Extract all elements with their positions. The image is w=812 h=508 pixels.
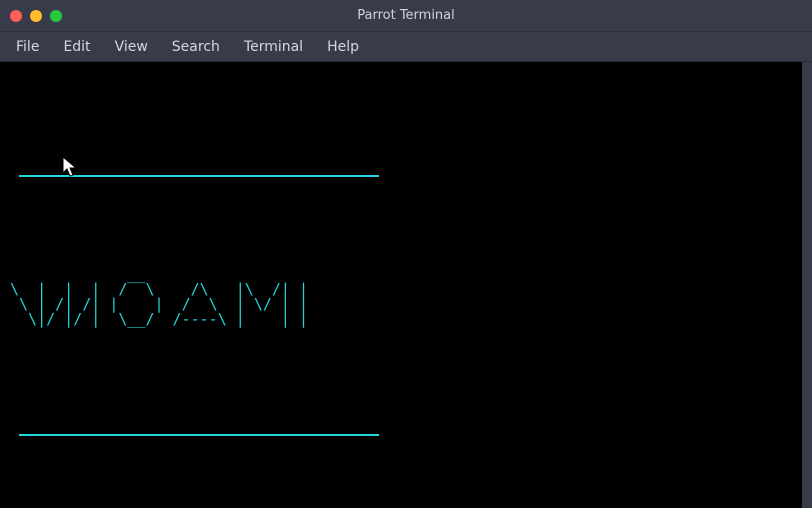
terminal-output[interactable]: \ | | | /‾‾\ /\ |\ /| | \ | /| /| | | / … bbox=[0, 62, 802, 508]
menu-help[interactable]: Help bbox=[317, 36, 369, 58]
titlebar: Parrot Terminal bbox=[0, 0, 812, 32]
menu-edit[interactable]: Edit bbox=[53, 36, 100, 58]
menubar: File Edit View Search Terminal Help bbox=[0, 32, 812, 62]
scrollbar[interactable] bbox=[802, 62, 812, 508]
menu-view[interactable]: View bbox=[105, 36, 158, 58]
window-controls bbox=[0, 10, 62, 22]
ascii-rule-bottom bbox=[19, 434, 379, 436]
menu-terminal[interactable]: Terminal bbox=[234, 36, 313, 58]
close-button[interactable] bbox=[10, 10, 22, 22]
menu-file[interactable]: File bbox=[6, 36, 49, 58]
window-title: Parrot Terminal bbox=[0, 8, 812, 23]
ascii-rule-top bbox=[19, 175, 379, 177]
ascii-banner: \ | | | /‾‾\ /\ |\ /| | \ | /| /| | | / … bbox=[10, 282, 792, 327]
minimize-button[interactable] bbox=[30, 10, 42, 22]
menu-search[interactable]: Search bbox=[162, 36, 230, 58]
terminal-area[interactable]: \ | | | /‾‾\ /\ |\ /| | \ | /| /| | | / … bbox=[0, 62, 812, 508]
maximize-button[interactable] bbox=[50, 10, 62, 22]
